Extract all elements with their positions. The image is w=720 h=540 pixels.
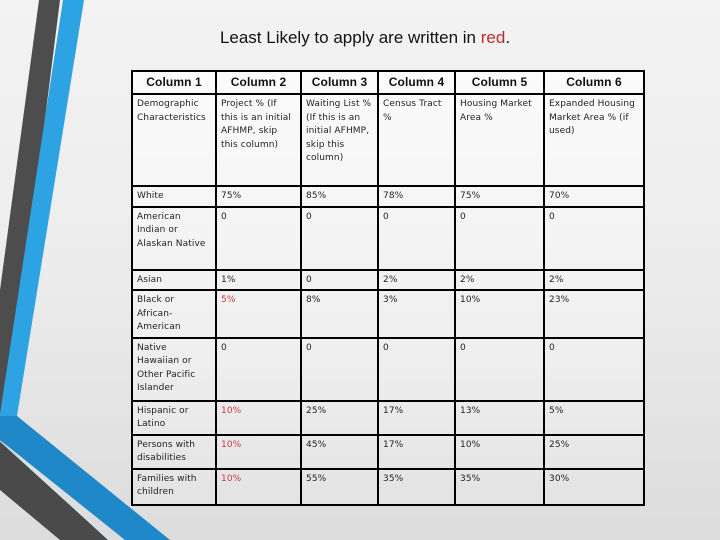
demographics-table: Column 1 Column 2 Column 3 Column 4 Colu… (131, 70, 645, 506)
value-cell: 17% (377, 399, 456, 436)
column-header-3: Column 3 (300, 70, 379, 95)
blue-stripe-upper (0, 0, 84, 416)
row-label: American Indian or Alaskan Native (131, 205, 217, 271)
value-cell: 0 (377, 205, 456, 271)
table-row: Hispanic or Latino 10% 25% 17% 13% 5% (131, 399, 645, 436)
title-suffix: . (505, 28, 511, 47)
value-cell-least-likely: 5% (215, 289, 302, 339)
value-cell: 2% (377, 268, 456, 291)
value-cell: 10% (454, 433, 545, 470)
value-cell: 2% (543, 268, 645, 291)
title-prefix: Least Likely to apply are written in (219, 28, 481, 47)
value-cell: 0 (300, 268, 379, 291)
value-cell: 0 (215, 336, 302, 402)
value-cell: 0 (543, 336, 645, 402)
value-cell: 0 (454, 336, 545, 402)
value-cell: 25% (543, 433, 645, 470)
value-cell: 1% (215, 268, 302, 291)
value-cell: 45% (300, 433, 379, 470)
value-cell: 8% (300, 289, 379, 339)
row-label: Persons with disabilities (131, 433, 217, 470)
value-cell: 0 (454, 205, 545, 271)
value-cell-least-likely: 10% (215, 433, 302, 470)
value-cell: 35% (377, 467, 456, 506)
row-label: Families with children (131, 467, 217, 506)
value-cell: 0 (215, 205, 302, 271)
value-cell: 35% (454, 467, 545, 506)
value-cell: 25% (300, 399, 379, 436)
value-cell: 5% (543, 399, 645, 436)
column-header-6: Column 6 (543, 70, 645, 95)
row-label: Asian (131, 268, 217, 291)
row-label: White (131, 185, 217, 208)
value-cell: 85% (300, 185, 379, 208)
column-header-4: Column 4 (377, 70, 456, 95)
description-cell: Demographic Characteristics (131, 93, 217, 187)
column-header-2: Column 2 (215, 70, 302, 95)
row-label: Native Hawaiian or Other Pacific Islande… (131, 336, 217, 402)
value-cell: 13% (454, 399, 545, 436)
value-cell: 3% (377, 289, 456, 339)
value-cell: 30% (543, 467, 645, 506)
description-cell: Project % (If this is an initial AFHMP, … (215, 93, 302, 187)
value-cell-least-likely: 10% (215, 399, 302, 436)
value-cell: 0 (543, 205, 645, 271)
value-cell: 23% (543, 289, 645, 339)
table-row: Native Hawaiian or Other Pacific Islande… (131, 336, 645, 402)
description-cell: Housing Market Area % (454, 93, 545, 187)
page-title: Least Likely to apply are written in red… (0, 28, 720, 48)
description-cell: Census Tract % (377, 93, 456, 187)
value-cell: 0 (300, 336, 379, 402)
table-row: Persons with disabilities 10% 45% 17% 10… (131, 433, 645, 470)
value-cell: 55% (300, 467, 379, 506)
value-cell: 2% (454, 268, 545, 291)
dark-stripe-upper (0, 0, 60, 418)
header-row: Column 1 Column 2 Column 3 Column 4 Colu… (131, 70, 645, 95)
table-row: Black or African-American 5% 8% 3% 10% 2… (131, 289, 645, 339)
row-label: Hispanic or Latino (131, 399, 217, 436)
table-row: Asian 1% 0 2% 2% 2% (131, 268, 645, 291)
value-cell: 70% (543, 185, 645, 208)
column-header-1: Column 1 (131, 70, 217, 95)
value-cell: 75% (215, 185, 302, 208)
row-label: Black or African-American (131, 289, 217, 339)
value-cell: 78% (377, 185, 456, 208)
description-cell: Waiting List % (If this is an initial AF… (300, 93, 379, 187)
title-highlight-red: red (480, 28, 506, 47)
description-cell: Expanded Housing Market Area % (if used) (543, 93, 645, 187)
table-row: White 75% 85% 78% 75% 70% (131, 185, 645, 208)
table-row: Families with children 10% 55% 35% 35% 3… (131, 467, 645, 506)
dark-stripe-lower (0, 440, 108, 540)
column-header-5: Column 5 (454, 70, 545, 95)
value-cell: 0 (377, 336, 456, 402)
stripe-highlight (0, 440, 110, 540)
table-row: American Indian or Alaskan Native 0 0 0 … (131, 205, 645, 271)
value-cell: 0 (300, 205, 379, 271)
value-cell: 17% (377, 433, 456, 470)
value-cell-least-likely: 10% (215, 467, 302, 506)
value-cell: 10% (454, 289, 545, 339)
value-cell: 75% (454, 185, 545, 208)
description-row: Demographic Characteristics Project % (I… (131, 93, 645, 187)
